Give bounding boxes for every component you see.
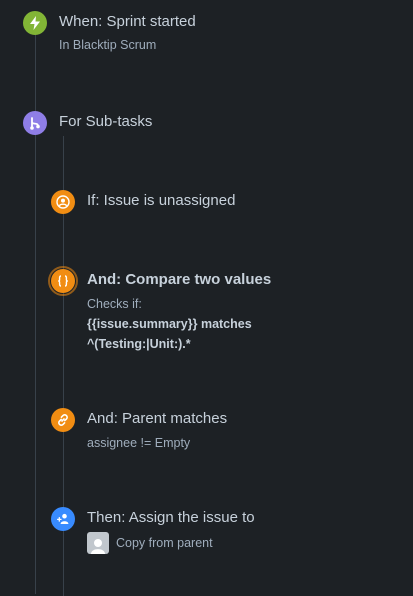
assignee-chip: Copy from parent bbox=[87, 532, 255, 554]
condition-unassigned-title: If: Issue is unassigned bbox=[87, 192, 236, 209]
trigger-node[interactable]: When: Sprint started In Blacktip Scrum bbox=[23, 11, 196, 55]
link-icon bbox=[51, 408, 75, 432]
condition-unassigned-node[interactable]: If: Issue is unassigned bbox=[51, 190, 235, 214]
condition-parent-title: And: Parent matches bbox=[87, 410, 228, 427]
compare-expression-line1: {{issue.summary}} matches bbox=[87, 317, 252, 331]
action-assign-node[interactable]: Then: Assign the issue to Copy from pare… bbox=[51, 507, 255, 554]
assign-user-icon bbox=[51, 507, 75, 531]
condition-parent-node[interactable]: And: Parent matches assignee != Empty bbox=[51, 408, 227, 453]
branch-icon bbox=[23, 111, 47, 135]
condition-compare-title: And: Compare two values bbox=[87, 271, 272, 288]
braces-icon bbox=[48, 266, 78, 296]
trigger-title: When: Sprint started bbox=[59, 13, 196, 30]
lightning-icon bbox=[23, 11, 47, 35]
assignee-label: Copy from parent bbox=[116, 536, 213, 550]
compare-checks-label: Checks if: bbox=[87, 297, 142, 311]
trigger-subtitle: In Blacktip Scrum bbox=[59, 38, 157, 52]
branch-title: For Sub-tasks bbox=[59, 113, 153, 130]
action-assign-title: Then: Assign the issue to bbox=[87, 509, 255, 526]
condition-parent-subtitle: assignee != Empty bbox=[87, 436, 191, 450]
avatar bbox=[87, 532, 109, 554]
condition-compare-node[interactable]: And: Compare two values Checks if: {{iss… bbox=[48, 266, 272, 354]
branch-node[interactable]: For Sub-tasks bbox=[23, 111, 152, 135]
user-circle-icon bbox=[51, 190, 75, 214]
compare-expression-line2: ^(Testing:|Unit:).* bbox=[87, 337, 191, 351]
